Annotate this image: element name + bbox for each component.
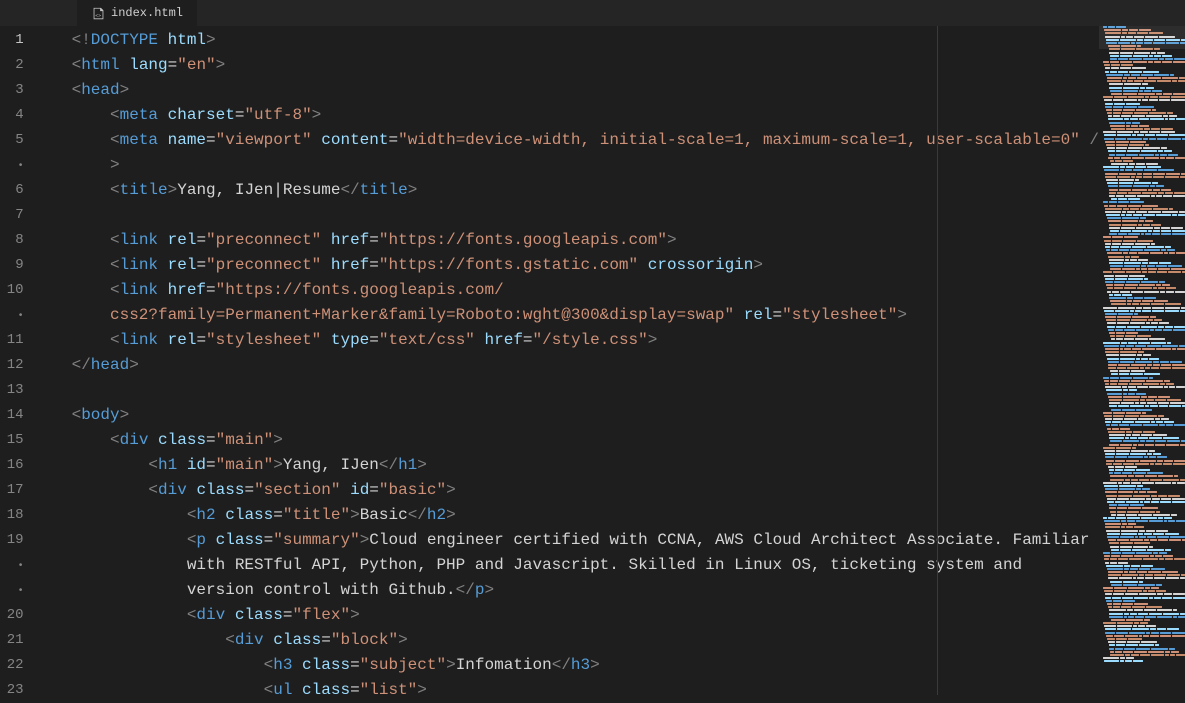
code-line[interactable]: css2?family=Permanent+Marker&family=Robo…	[72, 303, 1099, 328]
tab-index-html[interactable]: <> index.html	[77, 0, 197, 26]
line-number: 20	[0, 603, 24, 628]
minimap-viewport[interactable]	[1099, 26, 1185, 49]
line-number: 13	[0, 378, 24, 403]
tab-filename: index.html	[111, 1, 183, 26]
line-number	[0, 578, 24, 603]
code-line[interactable]: <div class="flex">	[72, 603, 1099, 628]
code-line[interactable]: <h3 class="subject">Infomation</h3>	[72, 653, 1099, 678]
code-line[interactable]: <head>	[72, 78, 1099, 103]
line-number: 7	[0, 203, 24, 228]
code-line[interactable]: <link rel="preconnect" href="https://fon…	[72, 228, 1099, 253]
line-number: 23	[0, 678, 24, 703]
line-number: 12	[0, 353, 24, 378]
line-number: 16	[0, 453, 24, 478]
code-line[interactable]	[72, 203, 1099, 228]
line-number: 14	[0, 403, 24, 428]
minimap[interactable]	[1099, 26, 1185, 695]
code-line[interactable]	[72, 378, 1099, 403]
line-number: 15	[0, 428, 24, 453]
svg-text:<>: <>	[95, 12, 101, 18]
code-line[interactable]: <link rel="stylesheet" type="text/css" h…	[72, 328, 1099, 353]
code-line[interactable]: <meta charset="utf-8">	[72, 103, 1099, 128]
line-number: 22	[0, 653, 24, 678]
line-number: 9	[0, 253, 24, 278]
code-line[interactable]: <meta name="viewport" content="width=dev…	[72, 128, 1099, 153]
editor-area: 1234567891011121314151617181920212223 <!…	[0, 26, 1185, 695]
code-line[interactable]: <ul class="list">	[72, 678, 1099, 703]
code-line[interactable]: <div class="section" id="basic">	[72, 478, 1099, 503]
line-number: 6	[0, 178, 24, 203]
code-line[interactable]: >	[72, 153, 1099, 178]
line-number: 17	[0, 478, 24, 503]
code-line[interactable]: <p class="summary">Cloud engineer certif…	[72, 528, 1099, 553]
line-number: 18	[0, 503, 24, 528]
line-number: 19	[0, 528, 24, 553]
line-number: 11	[0, 328, 24, 353]
code-line[interactable]: </head>	[72, 353, 1099, 378]
code-line[interactable]: <h2 class="title">Basic</h2>	[72, 503, 1099, 528]
ruler	[937, 26, 938, 695]
line-number	[0, 153, 24, 178]
editor-tabbar: <> index.html	[0, 0, 1185, 26]
line-number: 2	[0, 53, 24, 78]
code-line[interactable]: <body>	[72, 403, 1099, 428]
line-number	[0, 553, 24, 578]
code-line[interactable]: <link href="https://fonts.googleapis.com…	[72, 278, 1099, 303]
line-number-gutter[interactable]: 1234567891011121314151617181920212223	[0, 26, 42, 695]
code-line[interactable]: <div class="main">	[72, 428, 1099, 453]
html-file-icon: <>	[91, 6, 105, 20]
line-number: 10	[0, 278, 24, 303]
code-content[interactable]: <!DOCTYPE html><html lang="en"><head> <m…	[42, 26, 1099, 695]
code-line[interactable]: <!DOCTYPE html>	[72, 28, 1099, 53]
code-line[interactable]: with RESTful API, Python, PHP and Javasc…	[72, 553, 1099, 578]
line-number: 3	[0, 78, 24, 103]
line-number: 4	[0, 103, 24, 128]
code-line[interactable]: <h1 id="main">Yang, IJen</h1>	[72, 453, 1099, 478]
line-number: 8	[0, 228, 24, 253]
code-line[interactable]: <link rel="preconnect" href="https://fon…	[72, 253, 1099, 278]
code-line[interactable]: <div class="block">	[72, 628, 1099, 653]
line-number: 21	[0, 628, 24, 653]
code-line[interactable]: <title>Yang, IJen|Resume</title>	[72, 178, 1099, 203]
line-number	[0, 303, 24, 328]
code-line[interactable]: <html lang="en">	[72, 53, 1099, 78]
line-number: 1	[0, 28, 24, 53]
line-number: 5	[0, 128, 24, 153]
code-line[interactable]: version control with Github.</p>	[72, 578, 1099, 603]
